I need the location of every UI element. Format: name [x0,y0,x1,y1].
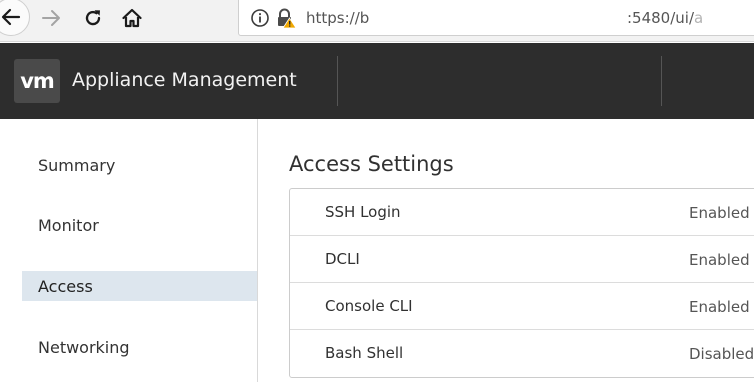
app-title: Appliance Management [72,69,297,91]
vmware-logo: vm [14,59,60,103]
arrow-left-icon [1,8,21,26]
forward-button[interactable] [38,3,64,33]
sidebar-item-summary[interactable]: Summary [22,150,257,180]
sidebar-item-access[interactable]: Access [22,271,257,301]
setting-value: Enabled [689,298,750,316]
url-text-end: :5480/ui/a [627,9,704,27]
reload-icon [85,10,101,26]
sidebar: Summary Monitor Access Networking [0,119,258,382]
home-icon [122,8,142,28]
settings-row-dcli: DCLI Enabled [290,236,754,283]
main-content: Access Settings SSH Login Enabled DCLI E… [259,119,754,382]
page-title: Access Settings [289,152,454,176]
lock-warning-icon[interactable] [275,7,297,33]
arrow-right-icon [42,10,60,26]
app-header: vm Appliance Management [0,43,754,119]
settings-row-ssh-login: SSH Login Enabled [290,189,754,236]
setting-label: Bash Shell [325,344,404,362]
setting-label: Console CLI [325,297,413,315]
browser-toolbar: https://b :5480/ui/a [0,0,754,42]
settings-row-bash-shell: Bash Shell Disabled [290,330,754,377]
setting-value: Enabled [689,251,750,269]
address-bar[interactable]: https://b :5480/ui/a [238,0,754,36]
setting-label: SSH Login [325,203,401,221]
sidebar-item-networking[interactable]: Networking [22,332,257,362]
home-button[interactable] [118,3,146,33]
settings-row-console-cli: Console CLI Enabled [290,283,754,330]
info-icon[interactable] [250,8,270,32]
setting-label: DCLI [325,250,360,268]
setting-value: Disabled [689,345,754,363]
url-text: https://b [306,9,370,27]
header-divider [337,56,338,106]
header-divider [661,56,662,106]
sidebar-item-monitor[interactable]: Monitor [22,210,257,240]
access-settings-card: SSH Login Enabled DCLI Enabled Console C… [289,188,754,378]
reload-button[interactable] [80,3,106,33]
setting-value: Enabled [689,204,750,222]
back-button[interactable] [0,0,30,36]
